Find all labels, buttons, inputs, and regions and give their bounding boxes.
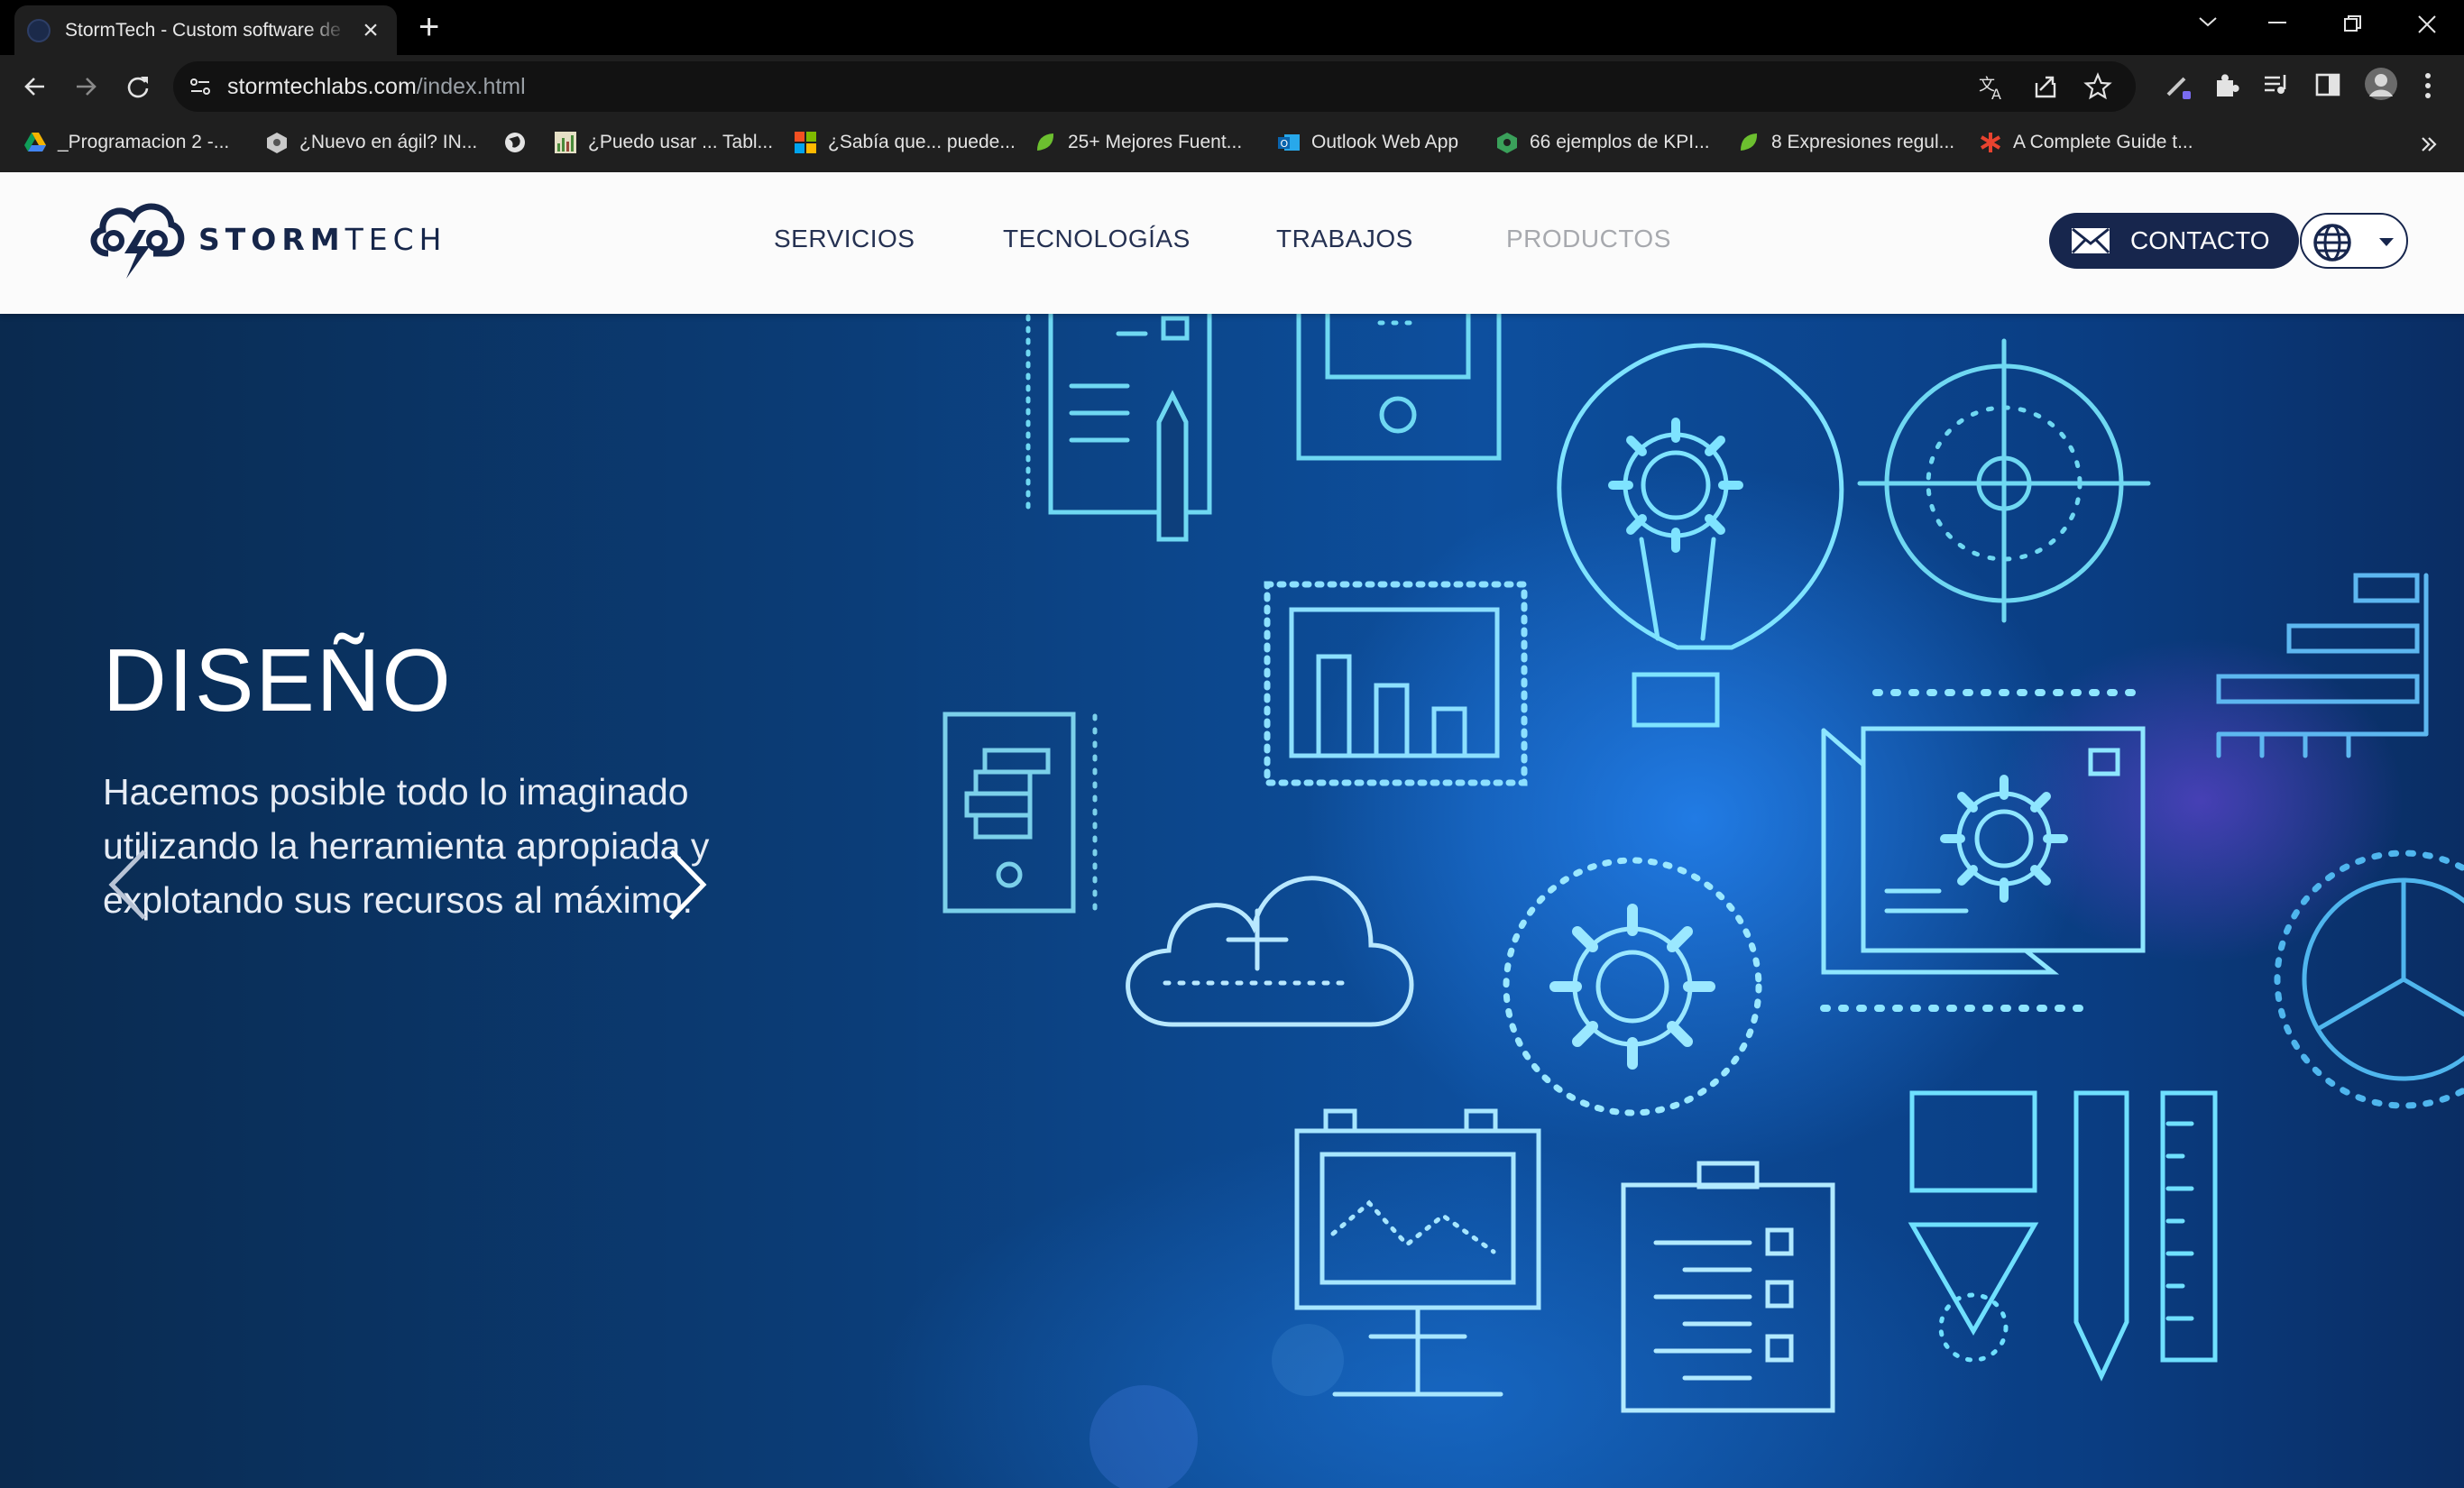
drive-icon bbox=[24, 133, 46, 152]
browser-tabstrip: StormTech - Custom software de × + bbox=[0, 0, 2464, 55]
lightbulb-gear-icon bbox=[1557, 343, 1844, 728]
tab-search-icon[interactable] bbox=[2197, 14, 2219, 29]
close-window-icon[interactable] bbox=[2417, 14, 2437, 34]
bookmark-item[interactable]: 66 ejemplos de KPI... bbox=[1495, 131, 1710, 154]
more-bookmarks-icon[interactable] bbox=[2419, 134, 2439, 154]
horizontal-bars-icon bbox=[2216, 573, 2429, 758]
bar-chart-frame-icon bbox=[1264, 581, 1528, 786]
bookmark-label: ¿Sabía que... puede... bbox=[828, 132, 1016, 152]
reload-button[interactable] bbox=[117, 66, 159, 107]
bookmark-label: ¿Puedo usar ... Tabl... bbox=[588, 132, 774, 152]
bookmark-label: 8 Expresiones regul... bbox=[1771, 132, 1955, 152]
menu-kebab-icon[interactable] bbox=[2423, 71, 2433, 100]
leaf-icon bbox=[1741, 133, 1758, 151]
share-icon[interactable] bbox=[2031, 72, 2060, 101]
bookmark-item[interactable]: 25+ Mejores Fuent... bbox=[1034, 131, 1242, 154]
nav-tecnologias[interactable]: TECNOLOGÍAS bbox=[1003, 225, 1191, 253]
clipboard-checklist-icon bbox=[1621, 1161, 1835, 1413]
minimize-icon[interactable] bbox=[2268, 22, 2290, 25]
contact-label: CONTACTO bbox=[2130, 226, 2270, 254]
globe-icon bbox=[505, 133, 525, 152]
bookmark-item[interactable]: _Programacion 2 -... bbox=[23, 131, 229, 154]
cloud-add-icon bbox=[1126, 876, 1414, 1027]
prev-slide-chevron-icon[interactable] bbox=[101, 844, 155, 925]
site-header: STORMTECH SERVICIOS TECNOLOGÍAS TRABAJOS… bbox=[0, 172, 2464, 314]
back-button[interactable] bbox=[14, 66, 56, 107]
svg-text:A: A bbox=[1991, 86, 2001, 103]
logo-text-bold: STORM bbox=[198, 221, 345, 257]
extension-pen-icon[interactable] bbox=[2163, 71, 2193, 102]
bookmark-label: 66 ejemplos de KPI... bbox=[1530, 132, 1710, 152]
forward-button[interactable] bbox=[65, 66, 106, 107]
bookmark-item[interactable]: ¿Puedo usar ... Tabl... bbox=[554, 131, 773, 154]
side-panel-icon[interactable] bbox=[2314, 71, 2341, 98]
nav-trabajos[interactable]: TRABAJOS bbox=[1276, 225, 1413, 253]
gear-circle-icon bbox=[1503, 857, 1762, 1116]
translate-icon[interactable]: 文A bbox=[1977, 72, 2008, 103]
stormtech-logo[interactable]: STORMTECH bbox=[87, 194, 446, 284]
outlook-icon: O bbox=[1278, 134, 1300, 151]
bookmark-item[interactable]: 8 Expresiones regul... bbox=[1737, 131, 1954, 154]
language-selector[interactable] bbox=[2300, 213, 2408, 269]
target-icon bbox=[1857, 338, 2151, 623]
browser-tab[interactable]: StormTech - Custom software de × bbox=[14, 5, 397, 55]
site-favicon-icon bbox=[27, 18, 51, 42]
monitor-gear-icon bbox=[1820, 689, 2150, 1012]
nav-productos[interactable]: PRODUCTOS bbox=[1506, 225, 1671, 253]
bookmarks-bar: _Programacion 2 -... ¿Nuevo en ágil? IN.… bbox=[0, 118, 2464, 172]
contact-button[interactable]: CONTACTO bbox=[2049, 213, 2299, 269]
bookmark-item[interactable]: ¿Sabía que... puede... bbox=[794, 131, 1016, 154]
site-icon bbox=[267, 133, 287, 153]
reload-icon bbox=[127, 77, 149, 98]
web-page: DISEÑO Hacemos posible todo lo imaginado… bbox=[0, 172, 2464, 1488]
site-info-icon[interactable] bbox=[188, 74, 213, 99]
globe-icon bbox=[2313, 224, 2351, 262]
leaf-icon bbox=[1037, 133, 1054, 151]
tablet-icon bbox=[1296, 314, 1502, 461]
browser-toolbar: stormtechlabs.com/index.html 文A bbox=[0, 55, 2464, 118]
extensions-puzzle-icon[interactable] bbox=[2211, 71, 2240, 100]
bookmark-label: 25+ Mejores Fuent... bbox=[1068, 132, 1243, 152]
storm-cloud-logo-icon bbox=[90, 203, 185, 279]
design-tools-icon bbox=[1908, 1090, 2218, 1382]
bookmark-item[interactable]: ¿Nuevo en ágil? IN... bbox=[265, 131, 477, 154]
document-pencil-icon bbox=[1025, 314, 1212, 542]
asterisk-icon bbox=[1980, 133, 2001, 152]
mail-icon bbox=[2071, 227, 2110, 254]
bookmark-label: Outlook Web App bbox=[1311, 132, 1459, 152]
logo-text-light: TECH bbox=[345, 221, 447, 257]
bookmark-item[interactable]: A Complete Guide t... bbox=[1979, 131, 2193, 154]
nav-servicios[interactable]: SERVICIOS bbox=[774, 225, 915, 253]
url-text: stormtechlabs.com/index.html bbox=[227, 74, 526, 100]
address-bar[interactable]: stormtechlabs.com/index.html 文A bbox=[173, 61, 2136, 112]
site-icon bbox=[555, 132, 576, 153]
hero-title: DISEÑO bbox=[103, 630, 453, 730]
restore-icon[interactable] bbox=[2343, 14, 2363, 34]
bookmark-label: A Complete Guide t... bbox=[2013, 132, 2193, 152]
bookmark-star-icon[interactable] bbox=[2083, 72, 2112, 101]
phone-list-icon bbox=[942, 712, 1098, 914]
svg-text:O: O bbox=[1281, 138, 1289, 150]
bookmark-item[interactable]: O Outlook Web App bbox=[1277, 131, 1458, 154]
bookmark-item[interactable] bbox=[503, 131, 538, 154]
new-tab-button[interactable]: + bbox=[418, 9, 439, 45]
bookmark-label: _Programacion 2 -... bbox=[58, 132, 230, 152]
next-slide-chevron-icon[interactable] bbox=[660, 844, 714, 925]
site-icon bbox=[1497, 133, 1517, 153]
tab-close-icon[interactable]: × bbox=[357, 15, 384, 46]
pie-chart-icon bbox=[2274, 850, 2464, 1109]
chevron-down-icon bbox=[2379, 238, 2394, 246]
url-path: /index.html bbox=[416, 74, 526, 99]
tab-title: StormTech - Custom software de bbox=[65, 19, 341, 41]
bookmark-label: ¿Nuevo en ágil? IN... bbox=[299, 132, 478, 152]
media-queue-icon[interactable] bbox=[2262, 71, 2291, 100]
url-host: stormtechlabs.com bbox=[227, 74, 417, 99]
hero-slider: DISEÑO Hacemos posible todo lo imaginado… bbox=[0, 314, 2464, 1488]
logo-wordmark: STORMTECH bbox=[198, 222, 446, 257]
forward-arrow-icon bbox=[77, 78, 97, 96]
back-arrow-icon bbox=[24, 78, 44, 96]
microsoft-icon bbox=[795, 132, 816, 153]
profile-avatar[interactable] bbox=[2363, 66, 2399, 102]
